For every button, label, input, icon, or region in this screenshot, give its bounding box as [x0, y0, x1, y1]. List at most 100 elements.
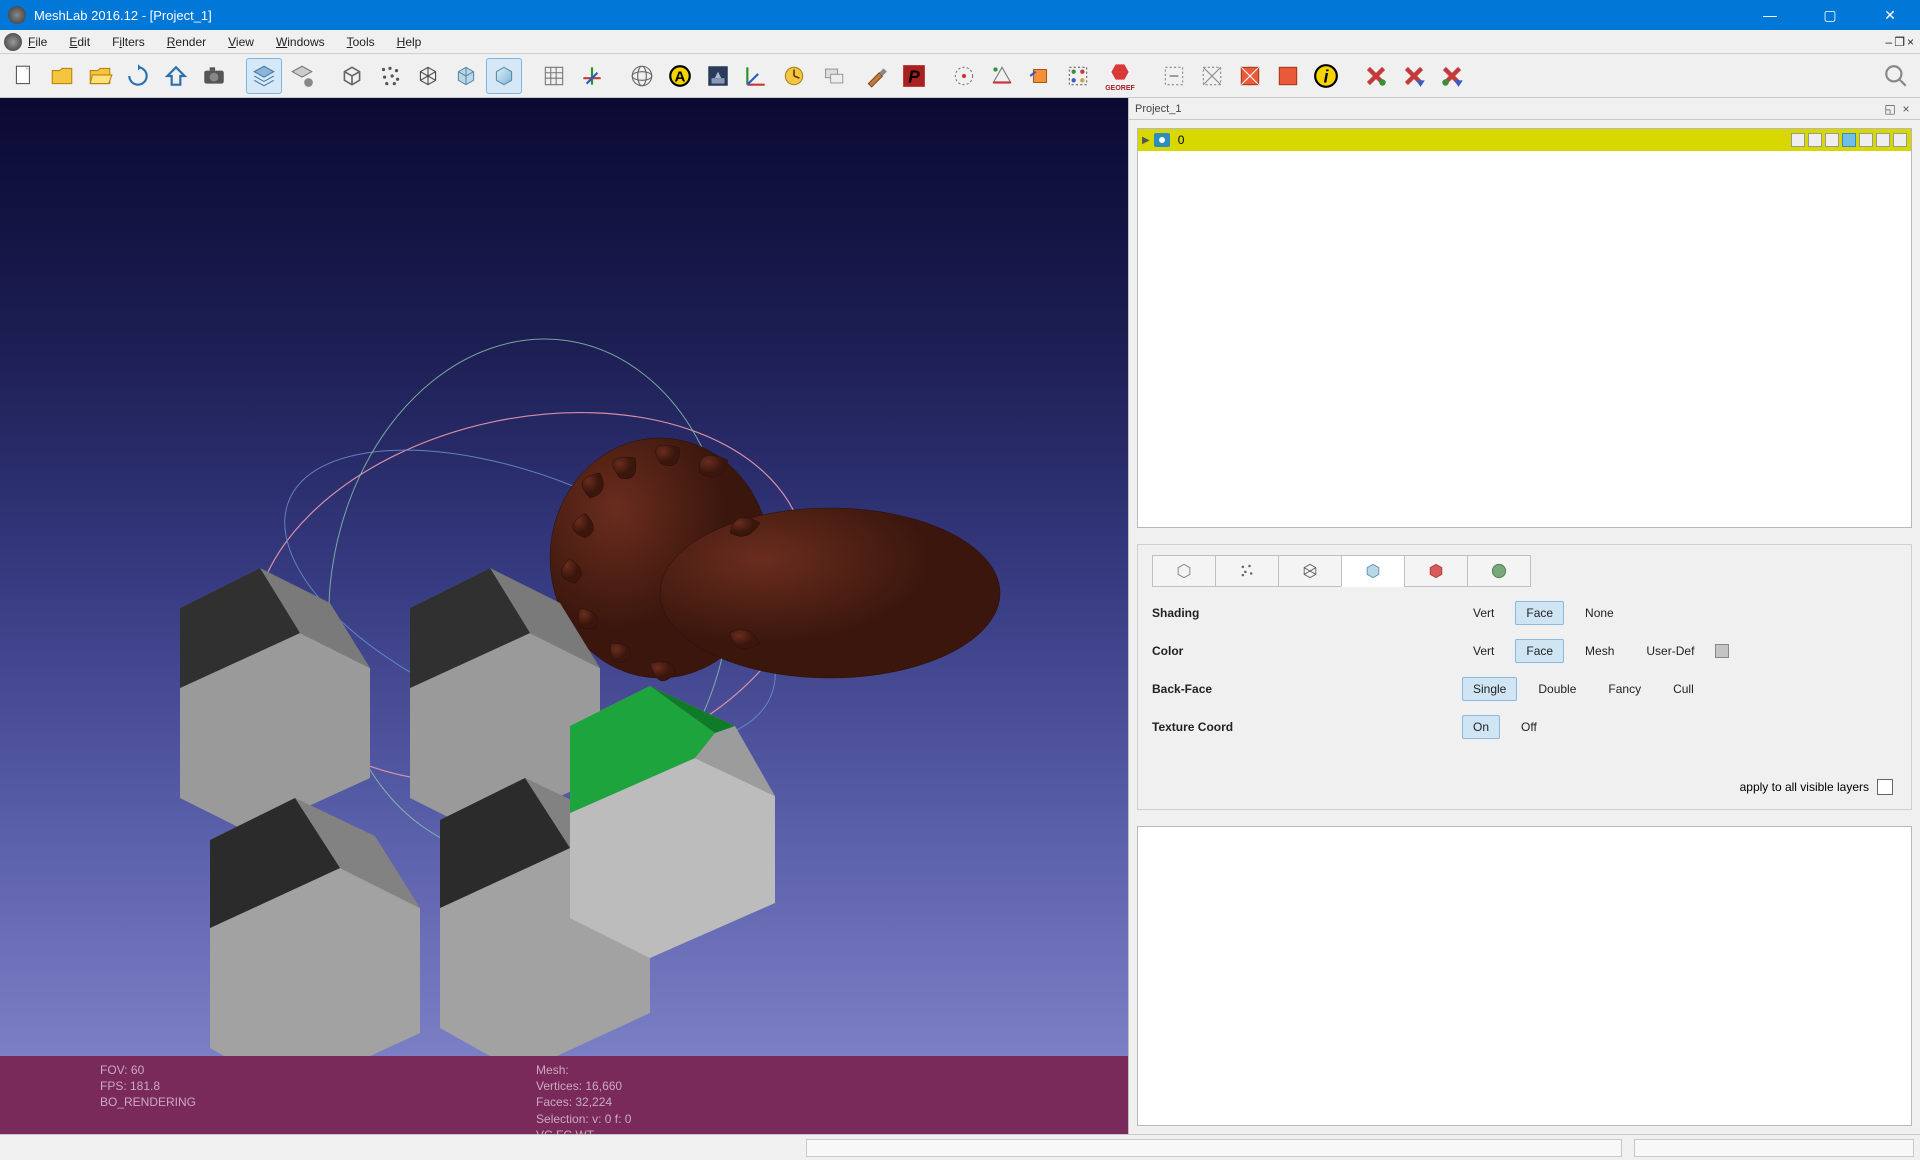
color-label: Color	[1152, 644, 1462, 658]
expand-icon[interactable]: ▶	[1142, 135, 1150, 146]
backface-label: Back-Face	[1152, 682, 1462, 696]
viewport-statusbar: FOV: 60 FPS: 181.8 BO_RENDERING Mesh: Ve…	[0, 1056, 1128, 1134]
menu-render[interactable]: Render	[167, 35, 206, 49]
menu-filters[interactable]: Filters	[112, 35, 145, 49]
flat-icon[interactable]	[448, 58, 484, 94]
mdi-minimize-icon[interactable]: –	[1886, 35, 1893, 49]
layer-wire-icon[interactable]	[1825, 133, 1839, 147]
tab-sel[interactable]	[1467, 555, 1531, 587]
delete-face-icon[interactable]	[1396, 58, 1432, 94]
points-icon[interactable]	[372, 58, 408, 94]
smooth-icon[interactable]	[486, 58, 522, 94]
axes-icon[interactable]	[574, 58, 610, 94]
light-icon[interactable]: A	[662, 58, 698, 94]
color-vert[interactable]: Vert	[1462, 639, 1505, 663]
mdi-restore-icon[interactable]: ❐	[1894, 35, 1905, 49]
app-icon	[8, 6, 26, 24]
mdi-close-icon[interactable]: ×	[1907, 35, 1914, 49]
log-box[interactable]	[1137, 826, 1912, 1126]
layer-sel-icon[interactable]	[1859, 133, 1873, 147]
status-mode: BO_RENDERING	[100, 1094, 196, 1110]
texcoord-on[interactable]: On	[1462, 715, 1500, 739]
layer-bbox-icon[interactable]	[1791, 133, 1805, 147]
save-icon[interactable]	[158, 58, 194, 94]
delete-sel-icon[interactable]	[1434, 58, 1470, 94]
menu-file[interactable]: File	[28, 35, 47, 49]
wireframe-icon[interactable]	[410, 58, 446, 94]
tab-bbox[interactable]	[1152, 555, 1216, 587]
color-face[interactable]: Face	[1515, 639, 1564, 663]
color-mesh[interactable]: Mesh	[1574, 639, 1625, 663]
paint-icon[interactable]	[858, 58, 894, 94]
select-vert-icon[interactable]	[946, 58, 982, 94]
shading-face[interactable]: Face	[1515, 601, 1564, 625]
measure-icon[interactable]	[776, 58, 812, 94]
align-icon[interactable]	[814, 58, 856, 94]
trackball-icon[interactable]	[624, 58, 660, 94]
shading-none[interactable]: None	[1574, 601, 1625, 625]
menu-edit[interactable]: Edit	[69, 35, 90, 49]
tab-points[interactable]	[1215, 555, 1279, 587]
filter-b-icon[interactable]	[1194, 58, 1230, 94]
search-icon[interactable]	[1878, 58, 1914, 94]
tab-tex[interactable]	[1404, 555, 1468, 587]
open-project-icon[interactable]	[82, 58, 118, 94]
visibility-icon[interactable]	[1154, 133, 1170, 147]
delete-vert-icon[interactable]	[1358, 58, 1394, 94]
snapshot-icon[interactable]	[196, 58, 232, 94]
backface-cull[interactable]: Cull	[1662, 677, 1705, 701]
close-button[interactable]: ✕	[1860, 0, 1920, 30]
layer-list[interactable]: ▶ 0	[1137, 128, 1912, 528]
raster-icon[interactable]	[700, 58, 736, 94]
menu-tools[interactable]: Tools	[347, 35, 375, 49]
filter-a-icon[interactable]	[1156, 58, 1192, 94]
layer-fill-icon[interactable]	[1842, 133, 1856, 147]
color-userdef[interactable]: User-Def	[1635, 639, 1705, 663]
viewport-3d[interactable]	[0, 98, 1128, 1056]
select-rect-icon[interactable]	[1060, 58, 1096, 94]
layer-points-icon[interactable]	[1808, 133, 1822, 147]
layer-row[interactable]: ▶ 0	[1138, 129, 1911, 151]
layers-icon[interactable]	[246, 58, 282, 94]
raster-camera-icon[interactable]: P	[896, 58, 932, 94]
panel-float-icon[interactable]: ◱	[1882, 102, 1898, 116]
status-well-1	[806, 1139, 1622, 1157]
open-icon[interactable]	[44, 58, 80, 94]
tab-wire[interactable]	[1278, 555, 1342, 587]
info-icon[interactable]: i	[1308, 58, 1344, 94]
filter-d-icon[interactable]	[1270, 58, 1306, 94]
reload-icon[interactable]	[120, 58, 156, 94]
menubar: File Edit Filters Render View Windows To…	[0, 30, 1920, 54]
select-connected-icon[interactable]	[1022, 58, 1058, 94]
menu-view[interactable]: View	[228, 35, 254, 49]
new-project-icon[interactable]	[6, 58, 42, 94]
tab-fill[interactable]	[1341, 555, 1405, 587]
backface-single[interactable]: Single	[1462, 677, 1517, 701]
texcoord-off[interactable]: Off	[1510, 715, 1548, 739]
window-controls: — ▢ ✕	[1740, 0, 1920, 30]
layer-options-icon[interactable]	[284, 58, 320, 94]
bbox-icon[interactable]	[334, 58, 370, 94]
layer-tex-icon[interactable]	[1893, 133, 1907, 147]
status-well-2	[1634, 1139, 1914, 1157]
backface-double[interactable]: Double	[1527, 677, 1587, 701]
panel-close-icon[interactable]: ×	[1898, 102, 1914, 116]
georef-icon[interactable]: GEOREF	[1098, 58, 1142, 94]
status-mesh: Mesh:	[536, 1062, 631, 1078]
main-area: FOV: 60 FPS: 181.8 BO_RENDERING Mesh: Ve…	[0, 98, 1920, 1134]
minimize-button[interactable]: —	[1740, 0, 1800, 30]
grid-icon[interactable]	[536, 58, 572, 94]
backface-fancy[interactable]: Fancy	[1597, 677, 1652, 701]
menu-windows[interactable]: Windows	[276, 35, 325, 49]
shading-vert[interactable]: Vert	[1462, 601, 1505, 625]
color-swatch[interactable]	[1715, 644, 1729, 658]
apply-all-checkbox[interactable]	[1877, 779, 1893, 795]
maximize-button[interactable]: ▢	[1800, 0, 1860, 30]
filter-c-icon[interactable]	[1232, 58, 1268, 94]
select-face-icon[interactable]	[984, 58, 1020, 94]
menu-help[interactable]: Help	[397, 35, 422, 49]
layer-name: 0	[1174, 133, 1787, 147]
svg-text:P: P	[908, 66, 920, 86]
frame-icon[interactable]	[738, 58, 774, 94]
layer-edge-icon[interactable]	[1876, 133, 1890, 147]
